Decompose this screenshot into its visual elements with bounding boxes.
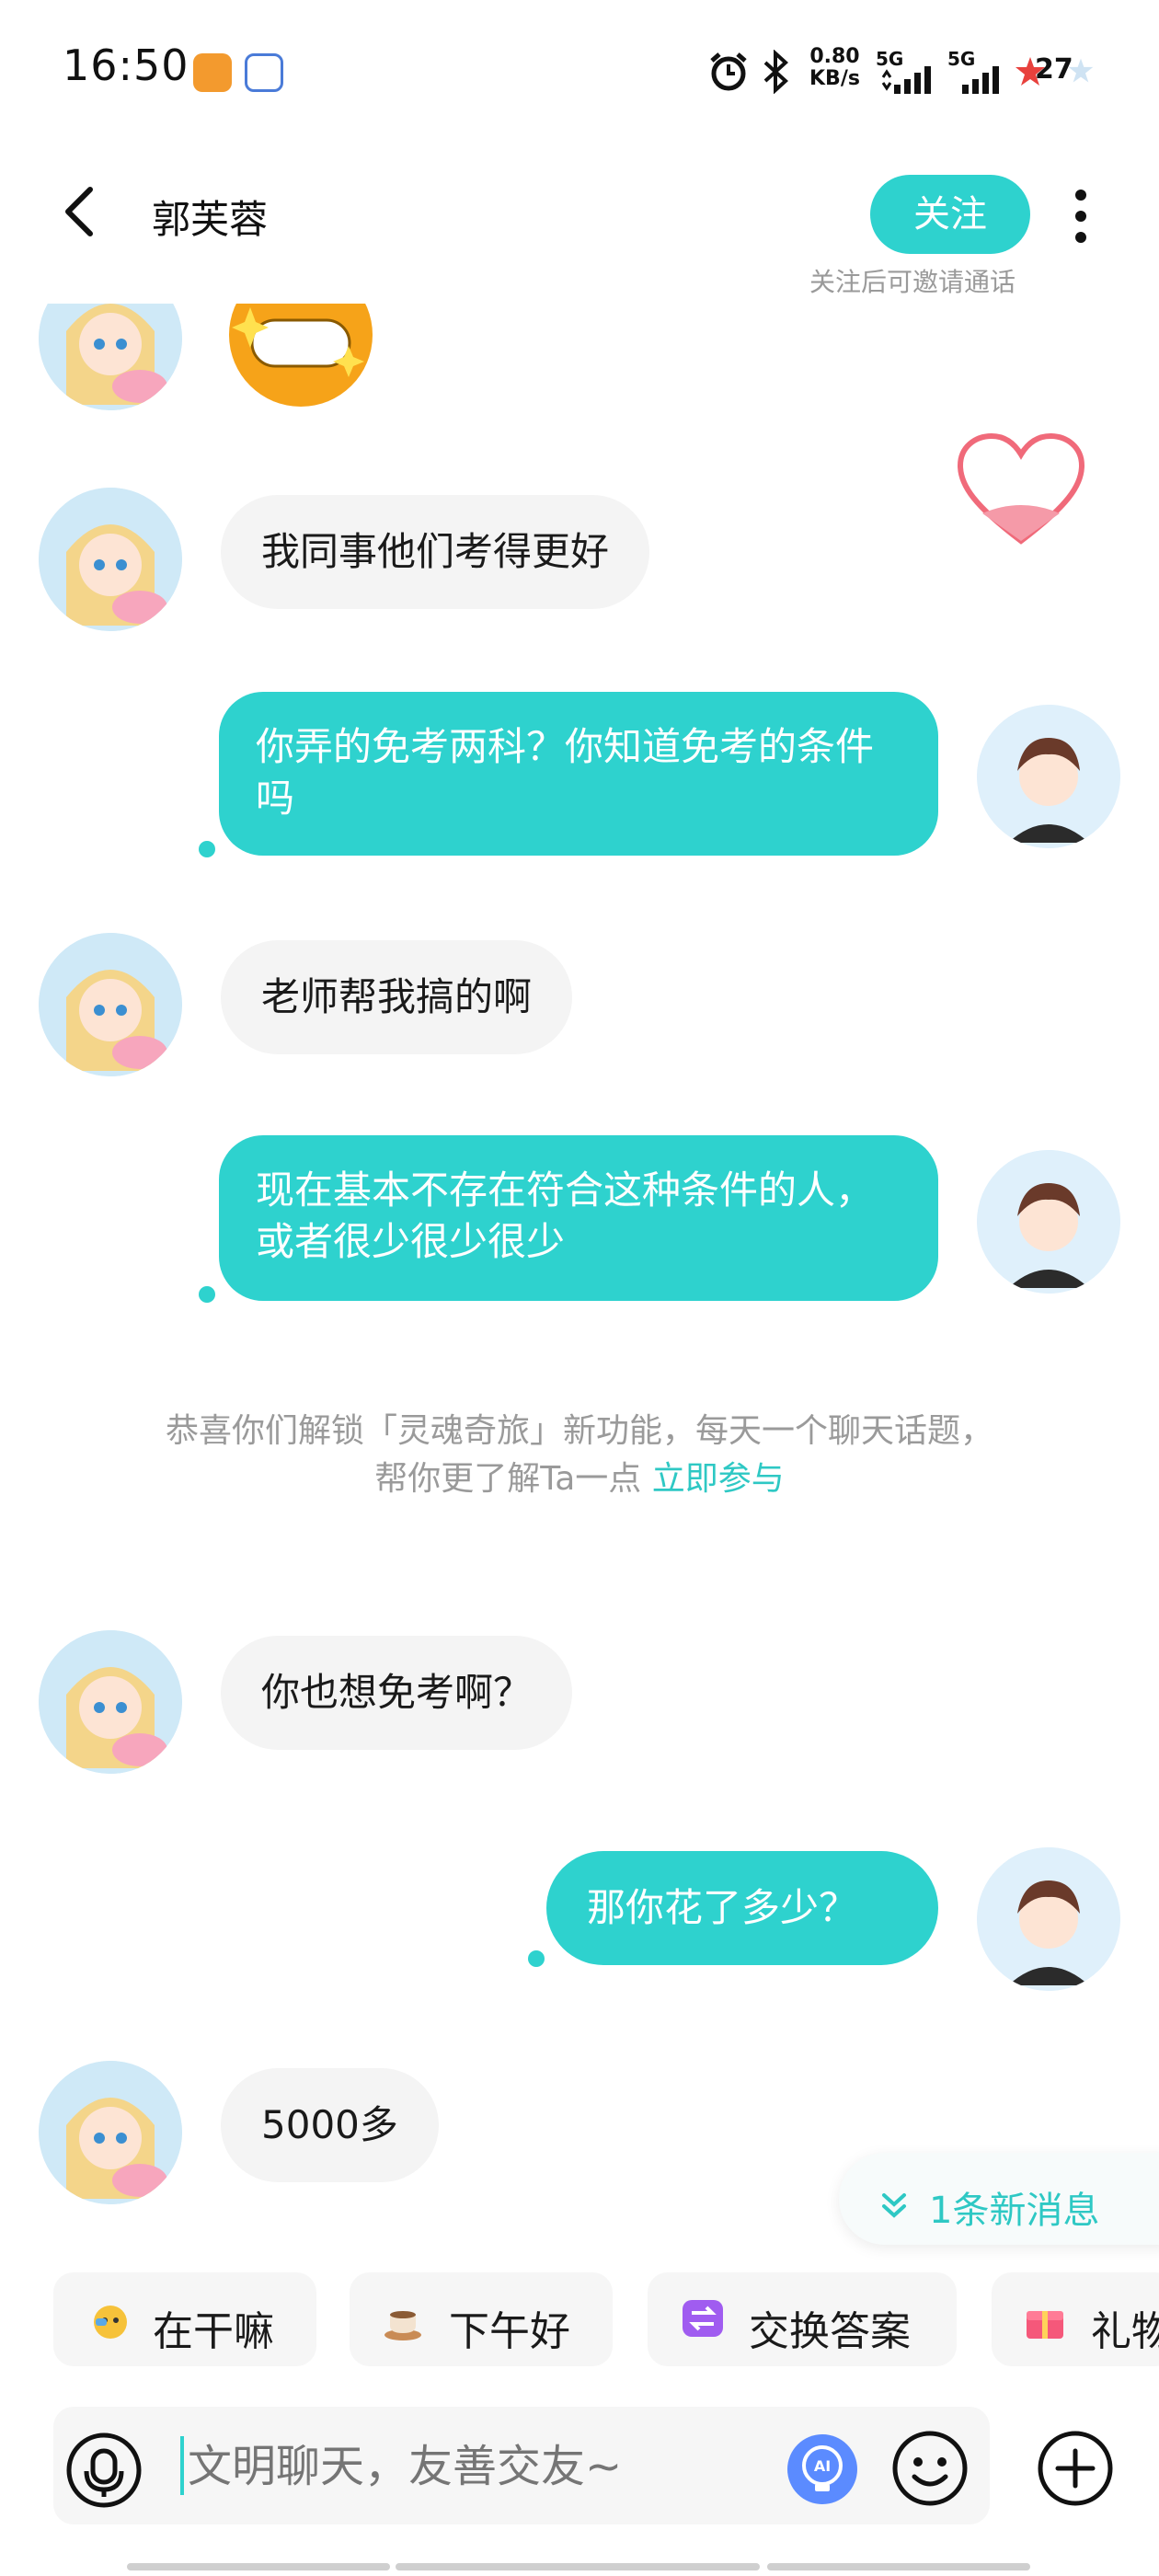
emoji-icon: [94, 2306, 127, 2339]
back-arrow-icon[interactable]: [55, 184, 110, 239]
more-options-icon[interactable]: [1067, 184, 1095, 248]
contact-avatar[interactable]: [39, 1630, 182, 1774]
incoming-message[interactable]: 老师帮我搞的啊: [221, 940, 573, 1054]
add-icon[interactable]: [1034, 2427, 1117, 2510]
outgoing-message[interactable]: 你弄的免考两科？你知道免考的条件吗: [219, 692, 938, 856]
contact-avatar[interactable]: [39, 2061, 182, 2204]
my-avatar[interactable]: [977, 1847, 1120, 1991]
outgoing-message[interactable]: 那你花了多少？: [546, 1851, 938, 1965]
network-speed: 0.80 KB/s: [809, 45, 860, 90]
exchange-icon: [683, 2300, 723, 2337]
contact-avatar[interactable]: [39, 933, 182, 1076]
alarm-icon: [710, 52, 747, 91]
read-status-dot: [199, 1286, 215, 1303]
incoming-message[interactable]: 我同事他们考得更好: [221, 495, 650, 609]
status-bar: 16:50 0.80 KB/s 5G 5G 27: [0, 0, 1159, 138]
new-message-label: 1条新消息: [929, 2190, 1100, 2232]
quick-reply-label: 交换答案: [749, 2308, 911, 2355]
outgoing-message[interactable]: 现在基本不存在符合这种条件的人，或者很少很少很少: [219, 1135, 938, 1301]
heart-icon[interactable]: [957, 432, 1085, 546]
coffee-icon: [384, 2311, 421, 2340]
status-time: 16:50: [63, 40, 189, 90]
read-status-dot: [528, 1950, 545, 1967]
nav-gesture-bar: [127, 2563, 390, 2570]
double-chevron-down-icon: [882, 2193, 906, 2218]
gift-icon: [1027, 2311, 1063, 2339]
follow-hint: 关注后可邀请通话: [809, 267, 1016, 297]
ai-assistant-icon[interactable]: AI: [786, 2432, 859, 2506]
system-notice: 恭喜你们解锁「灵魂奇旅」新功能，每天一个聊天话题， 帮你更了解Ta一点 立即参与: [165, 1412, 993, 1498]
my-avatar[interactable]: [977, 1150, 1120, 1294]
quick-reply-label: 下午好: [449, 2308, 570, 2355]
emoji-picker-icon[interactable]: [890, 2429, 970, 2508]
read-status-dot: [199, 841, 215, 857]
join-now-link[interactable]: 立即参与: [652, 1460, 785, 1498]
bluetooth-icon: [763, 50, 788, 94]
contact-name[interactable]: 郭芙蓉: [152, 189, 268, 245]
nav-gesture-bar: [767, 2563, 1030, 2570]
incoming-message[interactable]: 你也想免考啊？: [221, 1636, 573, 1750]
message-input[interactable]: [180, 2420, 778, 2513]
signal-icon-1: [881, 66, 931, 94]
my-avatar[interactable]: [977, 705, 1120, 848]
svg-text:AI: AI: [814, 2457, 831, 2475]
contact-avatar[interactable]: [39, 488, 182, 631]
quick-reply-label: 礼物: [1091, 2308, 1159, 2355]
follow-button[interactable]: 关注: [870, 175, 1030, 254]
app-notification-icon: [193, 53, 232, 92]
star-outline-icon: [1068, 58, 1094, 83]
quick-reply-label: 在干嘛: [153, 2308, 274, 2355]
signal-icon-2: [962, 66, 999, 94]
app-notification-icon-2: [245, 53, 283, 92]
incoming-message[interactable]: 5000多: [221, 2068, 439, 2182]
voice-icon[interactable]: [64, 2431, 143, 2510]
nav-gesture-bar: [396, 2563, 760, 2570]
